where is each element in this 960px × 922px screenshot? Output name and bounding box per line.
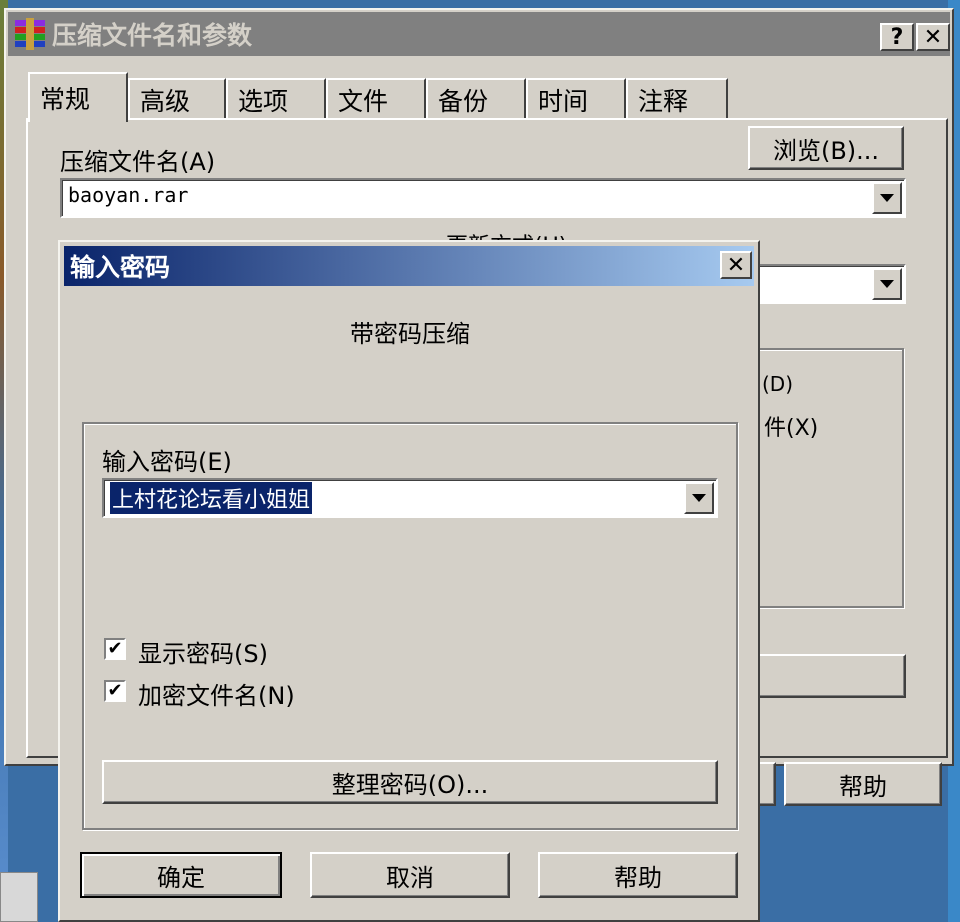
help-caption-button[interactable]: ? <box>880 23 914 51</box>
show-password-label[interactable]: 显示密码(S) <box>138 634 268 669</box>
dialog-title: 输入密码 <box>70 253 171 282</box>
tab-files[interactable]: 文件 <box>326 78 426 120</box>
enter-password-dialog: 输入密码 ✕ 带密码压缩 输入密码(E) 上村花论坛看小姐姐 ✔ 显示密码(S)… <box>58 240 760 922</box>
encrypt-filenames-label[interactable]: 加密文件名(N) <box>138 676 295 711</box>
dropdown-arrow-icon[interactable] <box>872 182 902 214</box>
tab-time[interactable]: 时间 <box>526 78 626 120</box>
window-title: 压缩文件名和参数 <box>52 21 253 50</box>
encrypt-filenames-checkbox[interactable]: ✔ <box>104 680 126 702</box>
tab-options[interactable]: 选项 <box>226 78 326 120</box>
help-button[interactable]: 帮助 <box>784 762 942 806</box>
dialog-close-button[interactable]: ✕ <box>720 251 752 279</box>
dialog-title-bar[interactable]: 输入密码 ✕ <box>64 246 754 286</box>
browse-button[interactable]: 浏览(B)... <box>748 126 904 170</box>
option-fragment-2: 件(X) <box>764 416 819 441</box>
organize-passwords-button[interactable]: 整理密码(O)... <box>102 760 718 804</box>
dialog-help-button[interactable]: 帮助 <box>538 852 738 898</box>
show-password-checkbox[interactable]: ✔ <box>104 638 126 660</box>
option-fragment-1: (D) <box>762 372 794 396</box>
dialog-heading: 带密码压缩 <box>350 320 470 348</box>
desktop-icon[interactable] <box>0 872 38 922</box>
ok-button[interactable]: 确定 <box>80 852 282 898</box>
dropdown-arrow-icon[interactable] <box>872 268 902 300</box>
archive-name-value: baoyan.rar <box>68 183 189 207</box>
tab-general[interactable]: 常规 <box>28 72 128 122</box>
password-value: 上村花论坛看小姐姐 <box>110 482 313 514</box>
tab-advanced[interactable]: 高级 <box>128 78 226 120</box>
title-bar[interactable]: 压缩文件名和参数 ? ✕ <box>8 12 950 56</box>
tab-backup[interactable]: 备份 <box>426 78 526 120</box>
password-input[interactable]: 上村花论坛看小姐姐 <box>102 478 718 518</box>
cancel-button[interactable]: 取消 <box>310 852 510 898</box>
archive-name-label: 压缩文件名(A) <box>60 148 216 176</box>
close-caption-button[interactable]: ✕ <box>916 23 950 51</box>
enter-password-label: 输入密码(E) <box>102 448 232 476</box>
tab-comment[interactable]: 注释 <box>626 78 728 120</box>
archive-name-combo[interactable]: baoyan.rar <box>60 178 906 218</box>
winrar-icon <box>12 16 48 52</box>
dropdown-arrow-icon[interactable] <box>684 482 714 514</box>
